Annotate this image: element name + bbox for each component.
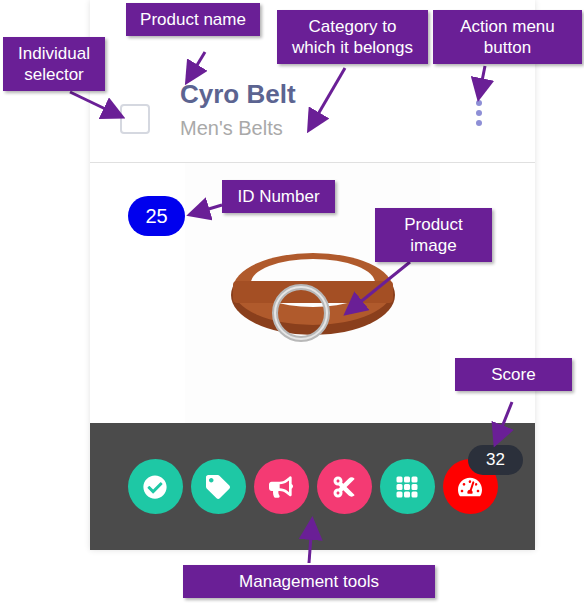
product-card: Cyro Belt Men's Belts 25 32 xyxy=(90,0,535,550)
callout-arrow xyxy=(188,52,205,80)
approve-tool-button[interactable] xyxy=(128,459,183,514)
tag-tool-button[interactable] xyxy=(191,459,246,514)
callout-label: Productimage xyxy=(375,208,492,262)
callout-arrows xyxy=(0,0,584,612)
cut-icon xyxy=(332,475,356,499)
tag-icon xyxy=(206,475,230,499)
annotated-product-card: Cyro Belt Men's Belts 25 32 Individualselect… xyxy=(0,0,584,612)
callout-label: Product name xyxy=(126,3,260,36)
callout-label: ID Number xyxy=(222,180,335,213)
action-menu-button[interactable] xyxy=(473,100,485,126)
promote-icon xyxy=(269,475,293,499)
approve-icon xyxy=(143,475,167,499)
promote-tool-button[interactable] xyxy=(254,459,309,514)
score-badge: 32 xyxy=(468,445,523,475)
callout-label: Management tools xyxy=(183,565,435,598)
callout-label: Category towhich it belongs xyxy=(277,10,428,64)
score-icon xyxy=(458,475,482,499)
grid-icon xyxy=(395,475,419,499)
callout-label: Action menubutton xyxy=(433,10,582,64)
individual-selector[interactable] xyxy=(120,104,150,134)
id-badge: 25 xyxy=(128,196,185,236)
callout-arrow xyxy=(309,522,312,563)
callout-arrow xyxy=(496,402,512,442)
cut-tool-button[interactable] xyxy=(317,459,372,514)
callout-arrow xyxy=(310,68,345,128)
grid-tool-button[interactable] xyxy=(380,459,435,514)
callout-label: Individualselector xyxy=(3,37,105,91)
callout-arrow xyxy=(348,262,410,312)
callout-arrow xyxy=(70,92,120,116)
callout-label: Score xyxy=(455,358,572,391)
product-category: Men's Belts xyxy=(180,114,473,142)
callout-arrow xyxy=(479,66,485,96)
callout-arrow xyxy=(192,205,222,214)
product-name[interactable]: Cyro Belt xyxy=(180,78,473,110)
